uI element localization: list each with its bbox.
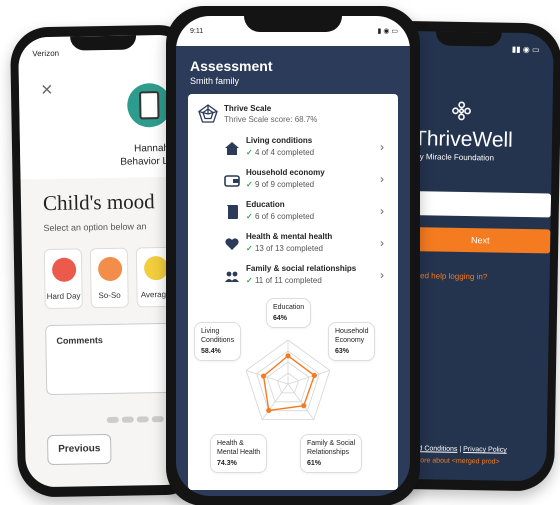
checkmark-icon: ✓ [246, 180, 253, 189]
radar-label-health: Health & Mental Health 74.3% [210, 434, 268, 474]
checkmark-icon: ✓ [246, 244, 253, 253]
category-living-conditions[interactable]: Living conditions ✓ 4 of 4 completed › [224, 134, 388, 164]
heart-icon [225, 238, 239, 250]
radar-point [301, 403, 307, 409]
radar-point [266, 407, 272, 414]
page-subtitle: Select an option below an [43, 221, 147, 234]
brand-name: ThriveWell [413, 127, 514, 152]
frown-face-icon [97, 256, 123, 282]
legal-links: nd Conditions | Privacy Policy [415, 445, 507, 454]
status-icons: ▮▮ ◉ ▭ [511, 44, 540, 55]
page-subtitle: Smith family [190, 76, 240, 86]
close-icon[interactable]: × [41, 79, 53, 102]
assessment-card: Thrive Scale Thrive Scale score: 68.7% L… [188, 94, 398, 490]
chevron-right-icon: › [380, 172, 384, 186]
chevron-right-icon: › [380, 236, 384, 250]
radar-label-living-conditions: Living Conditions 58.4% [194, 322, 242, 362]
wallet-icon [224, 175, 240, 187]
neutral-face-icon [143, 255, 169, 281]
sad-face-icon [51, 257, 77, 282]
privacy-link[interactable]: Privacy Policy [463, 446, 507, 454]
house-icon [225, 142, 239, 155]
previous-button[interactable]: Previous [47, 433, 112, 466]
checkmark-icon: ✓ [246, 148, 253, 157]
scale-score: Thrive Scale score: 68.7% [224, 115, 318, 124]
login-input[interactable] [410, 191, 552, 218]
learn-more-link[interactable]: more about <merged prod> [414, 457, 499, 465]
category-health[interactable]: Health & mental health ✓ 13 of 13 comple… [224, 230, 388, 260]
chevron-right-icon: › [380, 268, 384, 282]
page-title: Child's mood [42, 189, 155, 216]
next-button[interactable]: Next [410, 227, 551, 254]
thrive-scale-icon [198, 104, 218, 124]
center-phone-screen: 9:11 ▮ ◉ ▭ Assessment Smith family Thriv… [176, 16, 410, 496]
child-role: Behavior L [120, 155, 169, 168]
people-icon [225, 271, 239, 282]
category-family-social[interactable]: Family & social relationships ✓ 11 of 11… [224, 262, 388, 292]
radar-point [260, 373, 267, 379]
child-name: Hannah [133, 142, 170, 155]
radar-point [311, 372, 317, 379]
radar-label-household-economy: Household Economy 63% [328, 322, 376, 362]
category-education[interactable]: Education ✓ 6 of 6 completed › [224, 198, 388, 228]
scale-title: Thrive Scale [224, 104, 272, 113]
terms-link[interactable]: nd Conditions [415, 445, 458, 453]
brand-subtitle: y Miracle Foundation [419, 152, 495, 163]
mood-option-so-so[interactable]: So-So [89, 247, 129, 309]
center-phone: 9:11 ▮ ◉ ▭ Assessment Smith family Thriv… [166, 6, 420, 505]
radar-label-family-social: Family & Social Relationships 61% [300, 434, 363, 474]
book-icon [226, 205, 238, 219]
category-household-economy[interactable]: Household economy ✓ 9 of 9 completed › [224, 166, 388, 196]
mood-option-hard-day[interactable]: Hard Day [43, 248, 83, 310]
status-carrier: Verizon [32, 48, 60, 59]
radar-label-education: Education 64% [266, 298, 312, 329]
checkmark-icon: ✓ [246, 212, 253, 221]
checkmark-icon: ✓ [246, 276, 253, 285]
link-separator: | [459, 445, 462, 453]
page-title: Assessment [190, 58, 273, 74]
status-icons: ▮ ◉ ▭ [377, 28, 398, 35]
help-link[interactable]: eed help logging in? [416, 271, 488, 281]
status-time: 9:11 [190, 28, 204, 35]
chevron-right-icon: › [380, 204, 384, 218]
radar-point [285, 353, 291, 359]
thrivewell-logo-icon [450, 100, 472, 122]
pagination-dots [106, 409, 164, 428]
chevron-right-icon: › [380, 140, 384, 154]
